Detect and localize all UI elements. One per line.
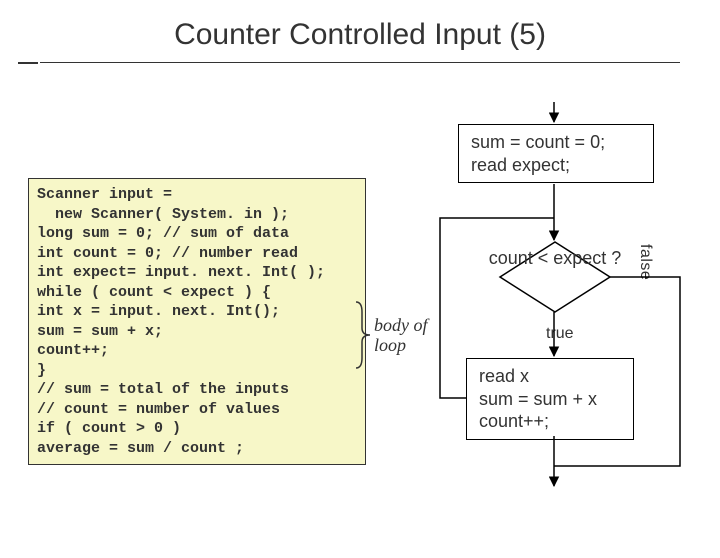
title-underline	[40, 62, 680, 63]
flow-init-box: sum = count = 0; read expect;	[458, 124, 654, 183]
false-label: false	[636, 244, 654, 280]
code-listing: Scanner input = new Scanner( System. in …	[28, 178, 366, 465]
brace-icon	[352, 300, 372, 370]
left-accent-line	[18, 62, 38, 64]
flow-decision-diamond	[500, 242, 610, 312]
true-label: true	[546, 325, 574, 343]
flow-loop-body-box: read x sum = sum + x count++;	[466, 358, 634, 440]
page-title: Counter Controlled Input (5)	[0, 18, 720, 52]
body-of-loop-label: body of loop	[374, 316, 428, 356]
